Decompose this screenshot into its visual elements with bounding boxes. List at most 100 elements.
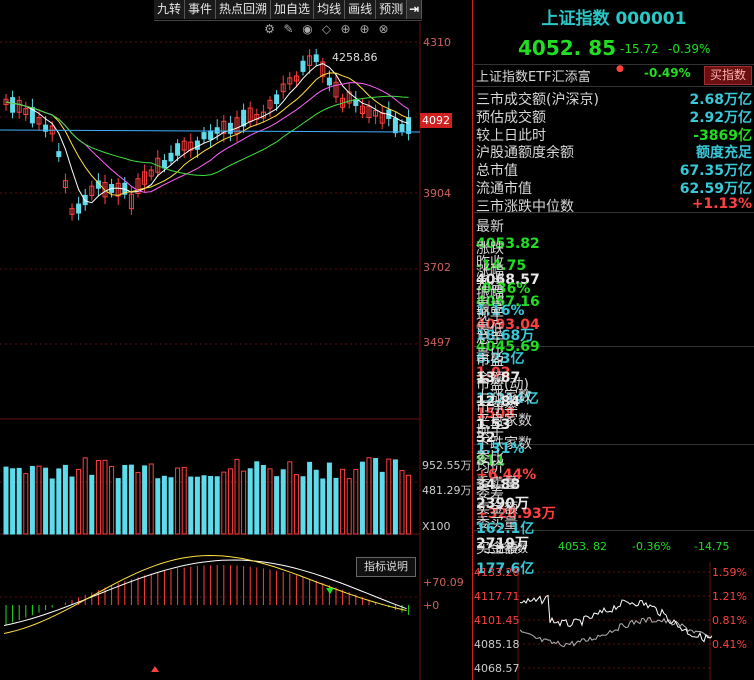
quote-row: 涨跌 -14.75 开盘 4067.16: [476, 238, 752, 310]
volume-bar: [214, 476, 220, 535]
quote-label: 涨跌: [476, 241, 504, 258]
quote-label: 卖金额: [476, 501, 518, 517]
candle: [353, 99, 359, 107]
volume-bar: [148, 463, 154, 535]
quote-label: 买金额: [476, 541, 518, 557]
candle: [194, 140, 200, 150]
candle: [406, 117, 412, 134]
mini-left-tick: 4068.57: [474, 662, 520, 675]
quote-label: 总手: [476, 330, 504, 347]
volume-bar: [89, 474, 95, 535]
volume-bar: [128, 464, 134, 535]
mini-left-tick: 4101.45: [474, 614, 520, 627]
candle: [399, 124, 405, 133]
dot-icon: ●: [616, 64, 624, 74]
collapse-arrow-icon[interactable]: ⇥: [407, 0, 423, 19]
quote-row: 委卖量 2390万 委买量 2719万: [476, 473, 752, 552]
mini-price-line: [519, 594, 713, 643]
macd-dea-line: [3, 554, 407, 634]
candle: [168, 152, 174, 162]
candle: [274, 94, 280, 105]
tab-2[interactable]: 热点回溯: [216, 0, 272, 19]
stat-label: 三市涨跌中位数: [476, 198, 574, 215]
volume-bar: [102, 459, 108, 535]
candle: [241, 109, 247, 127]
chart-canvas[interactable]: [0, 22, 472, 680]
quote-label: 换手: [476, 423, 504, 440]
volume-bar: [386, 458, 392, 535]
stat-row: 三市涨跌中位数 +1.13%: [476, 196, 752, 215]
current-price-tag: 4092: [420, 113, 452, 128]
volume-tick: 481.29万: [422, 484, 472, 497]
volume-bar: [406, 474, 412, 535]
price-tick: 3497: [423, 336, 451, 349]
volume-bar: [188, 476, 194, 535]
volume-bar: [247, 468, 253, 535]
etf-pct: -0.49%: [644, 66, 691, 80]
chart-toolbar: 九转 事件 热点回溯 加自选 均线 画线 预测 ⇥: [154, 0, 423, 21]
volume-bar: [49, 478, 55, 535]
volume-bar: [300, 476, 306, 535]
macd-tick: +0: [423, 599, 440, 612]
volume-bar: [43, 467, 49, 535]
tab-6[interactable]: 预测: [376, 0, 408, 19]
volume-bar: [280, 469, 286, 535]
candle: [392, 117, 398, 134]
volume-bar: [23, 473, 29, 535]
quote-row: 卖金额 162.1亿 买金额 177.6亿: [476, 498, 752, 577]
volume-bar: [234, 458, 240, 535]
volume-bar: [10, 468, 16, 535]
volume-bar: [181, 466, 187, 535]
volume-bar: [16, 467, 22, 535]
volume-bar: [340, 468, 346, 535]
volume-bar: [392, 459, 398, 535]
candle: [82, 194, 88, 206]
quote-row: 最新 4053.82 昨收 4068.57: [476, 216, 752, 288]
quote-label: 最新: [476, 219, 504, 235]
volume-tick: 952.55万: [422, 459, 472, 472]
volume-bar: [95, 459, 101, 535]
volume-bar: [241, 470, 247, 535]
candle: [313, 54, 319, 63]
volume-bar: [227, 468, 233, 535]
volume-bar: [353, 469, 359, 535]
volume-bar: [161, 475, 167, 535]
index-price: 4052. 85: [518, 36, 617, 60]
tab-1[interactable]: 事件: [185, 0, 217, 19]
tab-3[interactable]: 加自选: [271, 0, 315, 19]
candle: [300, 60, 306, 72]
stat-row: 流通市值 62.59万亿: [476, 178, 752, 197]
tab-0[interactable]: 九转: [154, 0, 186, 19]
etf-name: 上证指数ETF汇添富: [476, 70, 591, 85]
ma-line: [5, 82, 409, 193]
volume-bar: [115, 478, 121, 535]
index-change: -15.72: [620, 42, 659, 56]
volume-bar: [359, 461, 365, 535]
volume-bar: [3, 466, 9, 535]
volume-bar: [201, 475, 207, 535]
quote-label: 委卖量: [476, 475, 518, 492]
buy-index-button[interactable]: 买指数: [704, 66, 752, 85]
quote-label: 涨幅: [476, 263, 504, 280]
mini-left-tick: 4133.26: [474, 566, 520, 579]
volume-bar: [76, 468, 82, 535]
candle: [208, 130, 214, 140]
volume-bar: [56, 468, 62, 535]
quote-row: 市净率 1.53 下跌家数 811: [476, 397, 752, 469]
mini-right-tick: 1.21%: [712, 590, 747, 603]
volume-bar: [366, 457, 372, 535]
stat-row: 预估成交额 2.92万亿: [476, 107, 752, 126]
high-price-label: 4258.86: [332, 51, 378, 64]
volume-bar: [36, 465, 42, 535]
quote-row: 涨幅 -0.36% 最高 4093.04: [476, 261, 752, 333]
indicator-help-button[interactable]: 指标说明: [356, 557, 416, 577]
volume-bar: [267, 468, 273, 535]
price-tick: 3904: [423, 187, 451, 200]
tab-4[interactable]: 均线: [314, 0, 346, 19]
ma-line: [5, 95, 409, 177]
tab-5[interactable]: 画线: [345, 0, 377, 19]
volume-bar: [175, 467, 181, 535]
index-title: 上证指数 000001: [541, 9, 687, 29]
candle: [214, 127, 220, 134]
kline-panel[interactable]: 九转 事件 热点回溯 加自选 均线 画线 预测 ⇥ ⚙ ✎ ◉ ◇ ⊕ ⊕ ⊗ 4092 4258.86 …: [0, 0, 472, 680]
